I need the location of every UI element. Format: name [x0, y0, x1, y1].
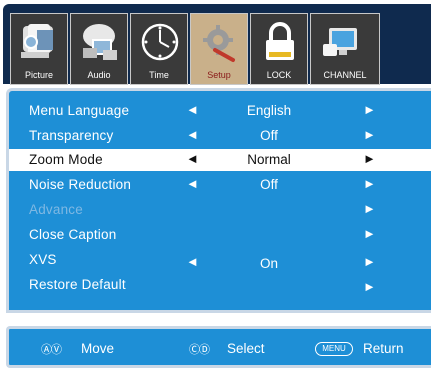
row-label: Zoom Mode	[29, 152, 103, 167]
menu-key-icon: MENU	[315, 342, 353, 356]
row-value: English	[246, 103, 292, 118]
tab-label: CHANNEL	[323, 70, 367, 80]
tab-channel[interactable]: CHANNEL	[310, 13, 380, 85]
right-arrow-icon[interactable]: ►	[363, 254, 376, 269]
return-hint: Return	[363, 341, 404, 356]
right-arrow-icon[interactable]: ►	[363, 151, 376, 166]
row-label: Menu Language	[29, 103, 130, 118]
tab-label: Picture	[24, 70, 53, 80]
row-value: On	[259, 256, 278, 271]
tab-setup[interactable]: Setup	[190, 13, 248, 85]
tab-label: Setup	[207, 70, 231, 80]
row-label: Noise Reduction	[29, 177, 132, 192]
left-arrow-icon[interactable]: ◄	[186, 151, 199, 166]
row-label: Close Caption	[29, 227, 117, 242]
audio-icon	[83, 24, 117, 60]
key-hint-bar: ⒶⓋ Move ⒸⒹ Select MENU Return	[6, 326, 431, 368]
menu-row-menu-language[interactable]: Menu Language ◄ English ►	[9, 100, 431, 122]
menu-row-transparency[interactable]: Transparency ◄ Off ►	[9, 125, 431, 147]
left-arrow-icon[interactable]: ◄	[186, 176, 199, 191]
row-value: Normal	[247, 152, 291, 167]
tab-audio[interactable]: Audio	[70, 13, 128, 85]
row-label: Advance	[29, 202, 83, 217]
menu-row-noise-reduction[interactable]: Noise Reduction ◄ Off ►	[9, 174, 431, 196]
left-arrow-icon[interactable]: ◄	[186, 254, 199, 269]
menu-row-xvs[interactable]: XVS ◄ On ►	[9, 249, 431, 271]
left-arrow-icon[interactable]: ◄	[186, 102, 199, 117]
row-label: Restore Default	[29, 277, 126, 292]
tab-bar: Picture Audio Time Setup LOCK CHANNEL	[3, 4, 431, 85]
menu-row-zoom-mode[interactable]: Zoom Mode ◄ Normal ►	[9, 149, 431, 171]
clock-icon	[141, 23, 179, 61]
row-value: Off	[260, 128, 278, 143]
channel-monitor-icon	[323, 28, 357, 56]
tab-time[interactable]: Time	[130, 13, 188, 85]
row-label: XVS	[29, 252, 57, 267]
left-arrow-icon[interactable]: ◄	[186, 127, 199, 142]
row-value: Off	[260, 177, 278, 192]
menu-row-restore-default[interactable]: Restore Default ►	[9, 274, 431, 296]
up-down-keys-icon: ⒶⓋ	[41, 344, 62, 356]
tab-picture[interactable]: Picture	[10, 13, 68, 85]
row-label: Transparency	[29, 128, 114, 143]
tab-lock[interactable]: LOCK	[250, 13, 308, 85]
setup-menu-panel: Menu Language ◄ English ► Transparency ◄…	[6, 88, 431, 313]
lock-icon	[266, 22, 294, 60]
right-arrow-icon[interactable]: ►	[363, 226, 376, 241]
right-arrow-icon[interactable]: ►	[363, 176, 376, 191]
osd-frame: Picture Audio Time Setup LOCK CHANNEL Me…	[0, 0, 431, 370]
left-right-keys-icon: ⒸⒹ	[189, 344, 210, 356]
move-hint: Move	[81, 341, 115, 356]
tab-label: Time	[149, 70, 169, 80]
tab-label: Audio	[87, 70, 111, 80]
select-hint: Select	[227, 341, 265, 356]
tab-label: LOCK	[266, 70, 292, 80]
menu-row-close-caption[interactable]: Close Caption ►	[9, 224, 431, 246]
picture-icon	[21, 24, 53, 58]
right-arrow-icon[interactable]: ►	[363, 201, 376, 216]
setup-wrench-icon	[203, 25, 235, 62]
menu-row-advance[interactable]: Advance ►	[9, 199, 431, 221]
right-arrow-icon[interactable]: ►	[363, 102, 376, 117]
right-arrow-icon[interactable]: ►	[363, 127, 376, 142]
right-arrow-icon[interactable]: ►	[363, 279, 376, 294]
